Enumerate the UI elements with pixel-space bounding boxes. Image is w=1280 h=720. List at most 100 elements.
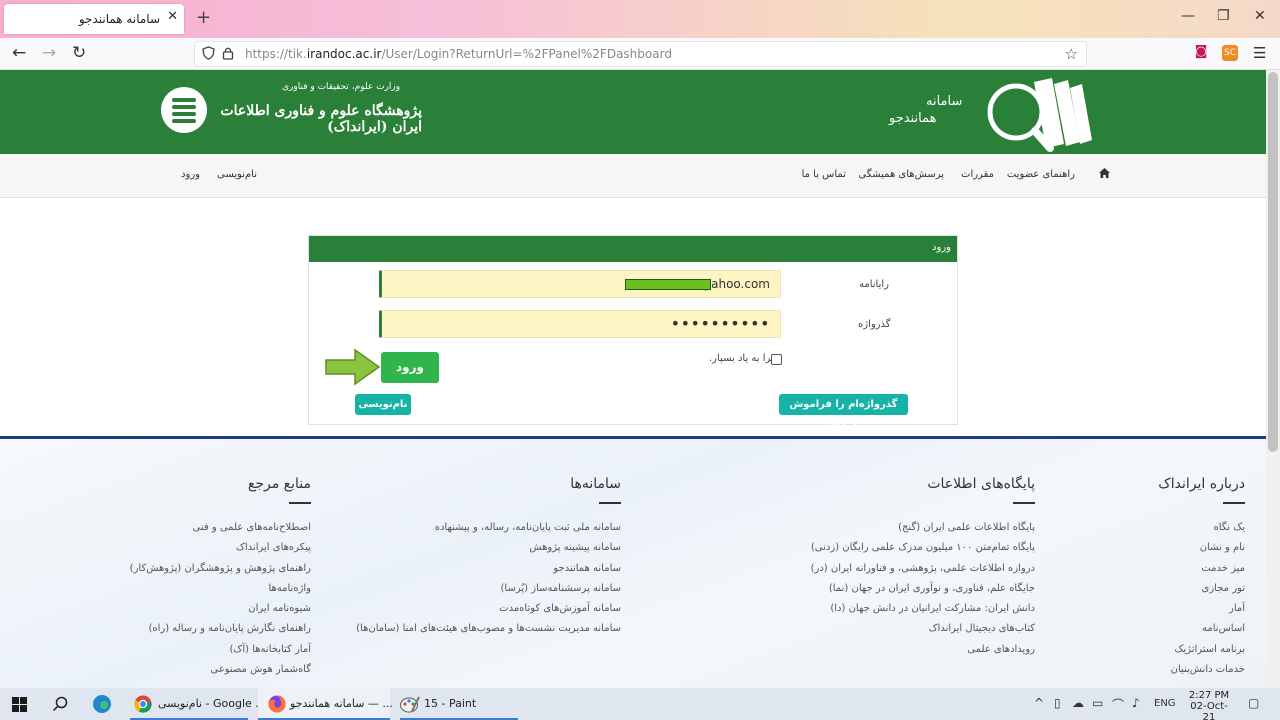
menu-icon[interactable]: ☰ [1253, 44, 1266, 62]
new-tab-icon[interactable]: + [196, 7, 211, 28]
taskbar-firefox-window[interactable]: سامانه همانندجو — ... [258, 688, 393, 720]
footer-link[interactable]: شیوه‌نامه ایران [130, 603, 311, 623]
close-window-icon[interactable]: ✕ [1254, 8, 1266, 24]
footer-about-title: درباره ایرانداک [1158, 476, 1245, 492]
password-value: •••••••••• [670, 314, 770, 333]
footer-link[interactable]: آمار [1158, 603, 1245, 623]
footer-link[interactable]: تور مجازی [1158, 583, 1245, 603]
address-bar[interactable]: https://tik.irandoc.ac.ir/User/Login?Ret… [194, 41, 1087, 67]
firefox-icon [268, 695, 286, 713]
shield-icon[interactable] [202, 46, 215, 64]
windows-taskbar: نام‌نویسی - Google ... سامانه همانندجو —… [0, 688, 1280, 720]
system-clock[interactable]: 2:27 PM 02-Oct-21 [1184, 690, 1234, 720]
footer-link[interactable]: راهنمای نگارش پایان‌نامه و رساله (راه) [130, 623, 311, 643]
username-field[interactable]: @yahoo.com [379, 270, 781, 298]
footer-link[interactable]: سامانه پیشینه پژوهش [356, 542, 621, 562]
register-button[interactable]: نام‌نویسی [355, 394, 411, 415]
footer-link[interactable]: جایگاه علم، فناوری، و نوآوری ایران در جه… [811, 583, 1035, 603]
footer-about-column: درباره ایرانداک یک نگاه نام و نشان میز خ… [1158, 473, 1245, 684]
password-field[interactable]: •••••••••• [379, 310, 781, 338]
footer-link[interactable]: دروازه اطلاعات علمی، پژوهشی، و فناورانه … [811, 563, 1035, 583]
footer-link[interactable]: اساس‌نامه [1158, 623, 1245, 643]
footer-link[interactable]: سامانه ملی ثبت پایان‌نامه، رساله، و پیشن… [356, 522, 621, 542]
footer-link[interactable]: واژه‌نامه‌ها [130, 583, 311, 603]
footer: درباره ایرانداک یک نگاه نام و نشان میز خ… [0, 439, 1266, 688]
close-tab-icon[interactable]: ✕ [167, 9, 178, 24]
bookmark-star-icon[interactable]: ☆ [1065, 45, 1078, 63]
remember-me-checkbox[interactable] [771, 354, 782, 365]
footer-link[interactable]: آمار کتابخانه‌ها (آک) [130, 644, 311, 664]
nav-membership-guide[interactable]: راهنمای عضویت [1007, 169, 1075, 180]
footer-link[interactable]: سامانه مدیریت نشست‌ها و مصوب‌های هیئت‌ها… [356, 623, 621, 643]
browser-tab[interactable]: سامانه همانندجو ✕ [4, 4, 184, 34]
footer-references-title: منابع مرجع [247, 476, 311, 492]
pocket-icon[interactable]: ◙ [1193, 45, 1209, 61]
footer-link[interactable]: رویدادهای علمی [811, 644, 1035, 664]
notifications-icon[interactable]: ▢ [1248, 696, 1259, 710]
tab-title: سامانه همانندجو [78, 12, 160, 26]
footer-link[interactable]: اصطلاح‌نامه‌های علمی و فنی [130, 522, 311, 542]
org-name: پژوهشگاه علوم و فناوری اطلاعات ایران (ای… [220, 103, 422, 135]
taskbar-paint-window[interactable]: 15 - Paint [394, 688, 524, 720]
tray-chevron-up-icon[interactable]: ^ [1034, 696, 1044, 710]
footer-databases-title: پایگاه‌های اطلاعات [927, 476, 1035, 492]
footer-link[interactable]: سامانه همانندجو [356, 563, 621, 583]
nav-login[interactable]: ورود [181, 169, 200, 180]
footer-link[interactable]: نام و نشان [1158, 542, 1245, 562]
tray-device-icon[interactable]: ▯ [1054, 696, 1061, 710]
clock-date: 02-Oct-21 [1190, 701, 1228, 720]
input-language[interactable]: ENG [1154, 698, 1176, 709]
taskbar-firefox-label: سامانه همانندجو — ... [290, 697, 393, 710]
footer-link[interactable]: دانش ایران: مشارکت ایرانیان در دانش جهان… [811, 603, 1035, 623]
nav-contact[interactable]: تماس با ما [802, 169, 846, 180]
edge-browser-icon[interactable] [92, 694, 112, 720]
redaction-box [625, 279, 711, 290]
paint-icon [400, 696, 420, 713]
onedrive-cloud-icon[interactable]: ☁ [1072, 696, 1084, 710]
footer-link[interactable]: پایگاه اطلاعات علمی ایران (گنج) [811, 522, 1035, 542]
nav-faq[interactable]: پرسش‌های همیشگی [858, 169, 944, 180]
footer-about-underline [1223, 502, 1245, 504]
footer-link[interactable]: گاه‌شمار هوش مصنوعی [130, 664, 311, 684]
reload-icon[interactable]: ↻ [72, 43, 86, 63]
lock-icon[interactable] [222, 46, 234, 64]
footer-systems-underline [599, 502, 621, 504]
footer-link[interactable]: میز خدمت [1158, 563, 1245, 583]
minimize-icon[interactable]: — [1181, 8, 1195, 24]
battery-icon[interactable]: ▭ [1092, 696, 1103, 710]
chrome-icon [134, 695, 152, 713]
home-icon[interactable] [1099, 168, 1110, 181]
forward-icon[interactable]: → [42, 43, 56, 63]
ministry-text: وزارت علوم، تحقیقات و فناوری [282, 82, 401, 92]
irandoc-logo-icon[interactable] [161, 87, 207, 133]
extension-icon[interactable]: SC [1222, 45, 1238, 61]
brand-title-line2: همانندجو [889, 111, 937, 126]
wifi-icon[interactable]: ⌒ [1112, 696, 1124, 713]
footer-link[interactable]: خدمات دانش‌بنیان [1158, 664, 1245, 684]
scrollbar-thumb[interactable] [1268, 72, 1278, 452]
footer-link[interactable]: پیکره‌های ایرانداک [130, 542, 311, 562]
password-label: گذرواژه [858, 319, 891, 330]
footer-link[interactable]: کتاب‌های دیجیتال ایرانداک [811, 623, 1035, 643]
taskbar-chrome-window[interactable]: نام‌نویسی - Google ... [124, 688, 266, 720]
forgot-password-button[interactable]: گذرواژه‌ام را فراموش کرده‌ام. [779, 394, 908, 431]
footer-link[interactable]: برنامه استراتژیک [1158, 644, 1245, 664]
login-button[interactable]: ورود [381, 352, 439, 383]
back-icon[interactable]: ← [12, 43, 26, 63]
footer-link[interactable]: سامانه آموزش‌های کوتاه‌مدت [356, 603, 621, 623]
volume-icon[interactable]: ♪ [1132, 696, 1140, 710]
url-text: https://tik.irandoc.ac.ir/User/Login?Ret… [245, 47, 672, 61]
windows-start-icon[interactable] [12, 697, 27, 720]
footer-link[interactable]: راهنمای پژوهش و پژوهشگران (پژوهش‌کار) [130, 563, 311, 583]
site-header: وزارت علوم، تحقیقات و فناوری پژوهشگاه عل… [0, 70, 1266, 154]
footer-link[interactable]: یک نگاه [1158, 522, 1245, 542]
login-panel-title: ورود [932, 242, 951, 253]
footer-databases-underline [1013, 502, 1035, 504]
footer-link[interactable]: سامانه پرسشنامه‌ساز (پُرسا) [356, 583, 622, 603]
footer-systems-title: سامانه‌ها [570, 476, 621, 492]
restore-icon[interactable]: ❐ [1217, 8, 1230, 24]
nav-register[interactable]: نام‌نویسی [217, 169, 257, 180]
nav-regulations[interactable]: مقررات [961, 169, 994, 180]
footer-link[interactable]: پایگاه تمام‌متن ۱۰۰ میلیون مدرک علمی رای… [811, 542, 1035, 562]
search-icon[interactable] [52, 696, 68, 720]
